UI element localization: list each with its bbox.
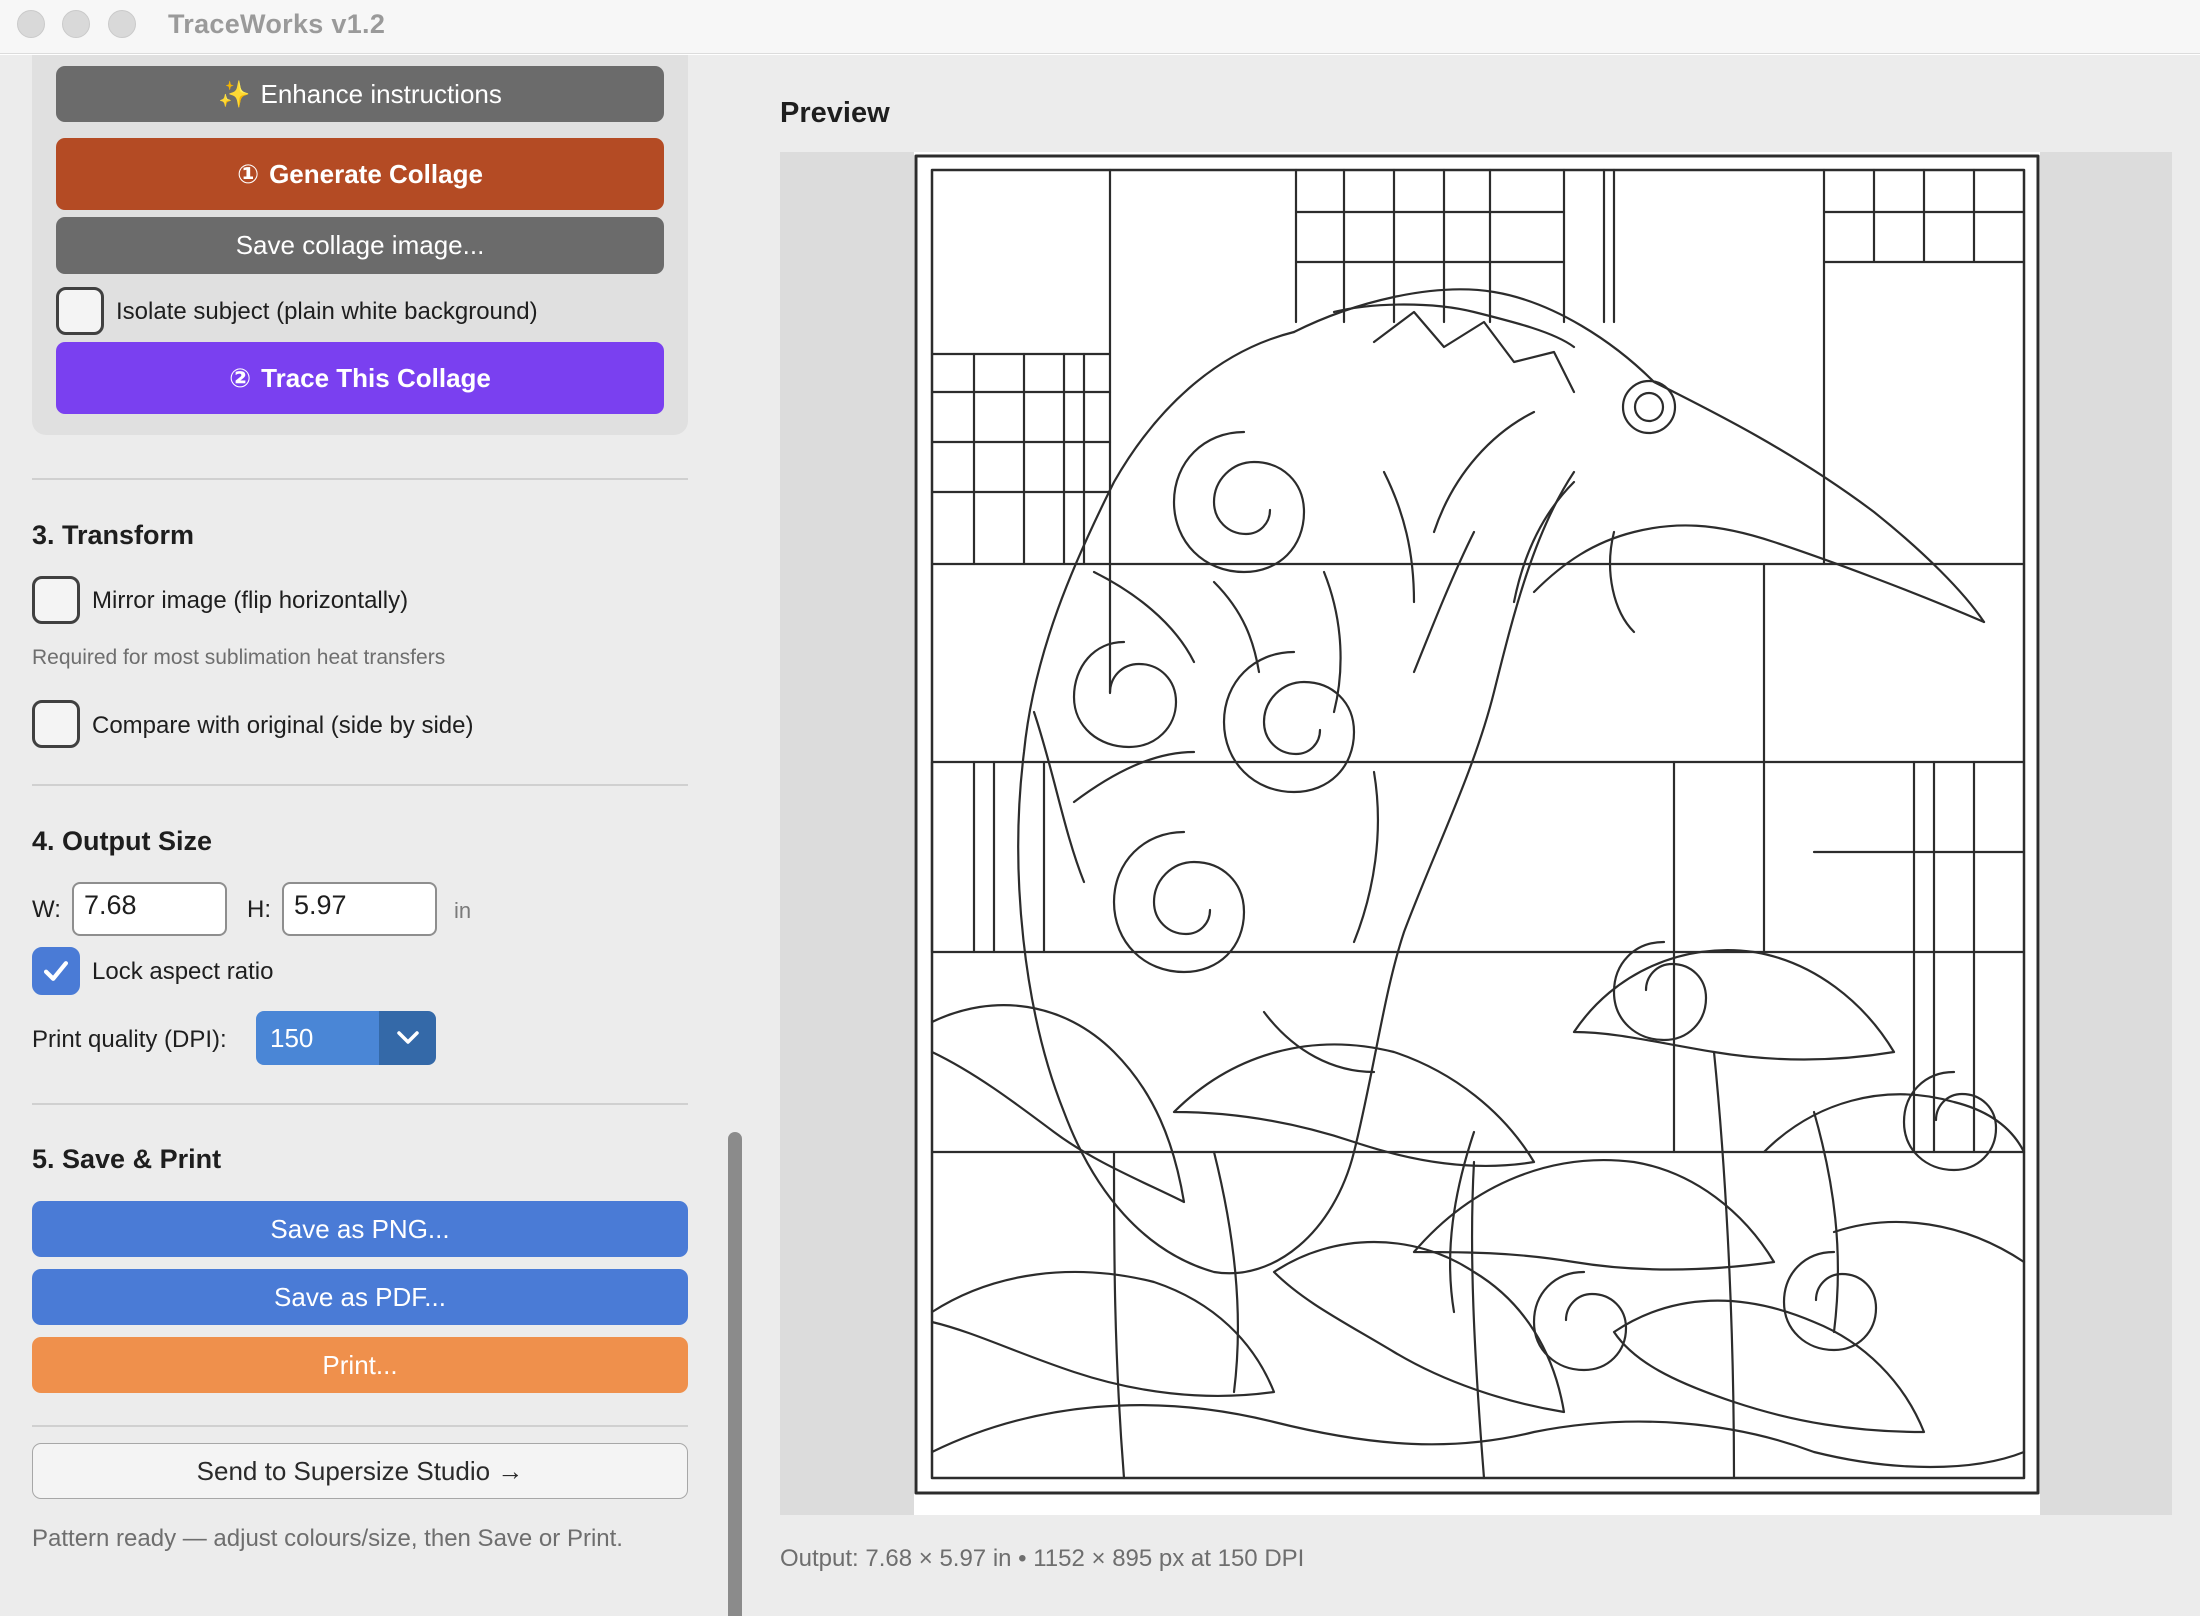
sidebar: ✨ Enhance instructions ① Generate Collag… <box>0 55 750 1616</box>
print-button[interactable]: Print... <box>32 1337 688 1393</box>
trace-collage-button[interactable]: ② Trace This Collage <box>56 342 664 414</box>
save-png-button[interactable]: Save as PNG... <box>32 1201 688 1257</box>
zoom-window-button[interactable] <box>108 10 136 38</box>
save-png-label: Save as PNG... <box>270 1213 450 1244</box>
mirror-image-hint: Required for most sublimation heat trans… <box>32 646 446 669</box>
unit-label: in <box>454 898 472 923</box>
dpi-label: Print quality (DPI): <box>32 1026 227 1053</box>
title-bar: TraceWorks v1.2 <box>0 0 2200 54</box>
minimize-window-button[interactable] <box>62 10 90 38</box>
print-label: Print... <box>322 1349 398 1380</box>
sidebar-scrollbar[interactable] <box>728 1132 742 1616</box>
divider <box>32 478 688 480</box>
isolate-subject-checkbox[interactable] <box>56 287 104 335</box>
close-window-button[interactable] <box>17 10 45 38</box>
step-two-icon: ② <box>229 362 252 393</box>
output-info: Output: 7.68 × 5.97 in • 1152 × 895 px a… <box>780 1545 1305 1572</box>
transform-section-title: 3. Transform <box>32 520 195 550</box>
save-collage-button[interactable]: Save collage image... <box>56 217 664 274</box>
send-to-supersize-label: Send to Supersize Studio → <box>196 1455 524 1486</box>
dpi-value: 150 <box>256 1011 379 1065</box>
height-label: H: <box>247 896 271 923</box>
step-one-icon: ① <box>237 158 260 189</box>
preview-panel: Preview Output: 7.68 × 5.97 in • 1152 × … <box>750 55 2200 1616</box>
generate-collage-label: Generate Collage <box>269 158 483 189</box>
dpi-select[interactable]: 150 <box>256 1011 436 1065</box>
height-input[interactable]: 5.97 <box>282 882 437 936</box>
traced-pattern-image <box>914 152 2040 1515</box>
mirror-image-checkbox[interactable] <box>32 576 80 624</box>
sparkles-icon: ✨ <box>218 78 251 109</box>
save-collage-label: Save collage image... <box>235 230 485 260</box>
checkmark-icon <box>43 961 69 981</box>
lock-aspect-ratio-checkbox[interactable] <box>32 947 80 995</box>
divider <box>32 784 688 786</box>
enhance-instructions-label: Enhance instructions <box>260 78 502 109</box>
save-print-section-title: 5. Save & Print <box>32 1144 222 1174</box>
compare-original-label: Compare with original (side by side) <box>92 712 474 739</box>
send-to-supersize-button[interactable]: Send to Supersize Studio → <box>32 1443 688 1499</box>
preview-title: Preview <box>780 97 890 129</box>
trace-collage-label: Trace This Collage <box>261 362 491 393</box>
output-size-section-title: 4. Output Size <box>32 826 213 856</box>
preview-canvas <box>780 152 2172 1515</box>
window-title: TraceWorks v1.2 <box>168 9 386 39</box>
divider <box>32 1103 688 1105</box>
width-input[interactable]: 7.68 <box>72 882 227 936</box>
enhance-instructions-button[interactable]: ✨ Enhance instructions <box>56 66 664 122</box>
save-pdf-label: Save as PDF... <box>274 1281 446 1312</box>
collage-panel: ✨ Enhance instructions ① Generate Collag… <box>32 55 688 435</box>
compare-original-checkbox[interactable] <box>32 700 80 748</box>
lock-aspect-ratio-label: Lock aspect ratio <box>92 958 274 985</box>
chevron-down-icon <box>379 1011 436 1065</box>
width-label: W: <box>32 896 61 923</box>
generate-collage-button[interactable]: ① Generate Collage <box>56 138 664 210</box>
save-pdf-button[interactable]: Save as PDF... <box>32 1269 688 1325</box>
mirror-image-label: Mirror image (flip horizontally) <box>92 587 409 614</box>
divider <box>32 1425 688 1427</box>
status-text: Pattern ready — adjust colours/size, the… <box>32 1525 623 1552</box>
isolate-subject-label: Isolate subject (plain white background) <box>116 298 538 325</box>
